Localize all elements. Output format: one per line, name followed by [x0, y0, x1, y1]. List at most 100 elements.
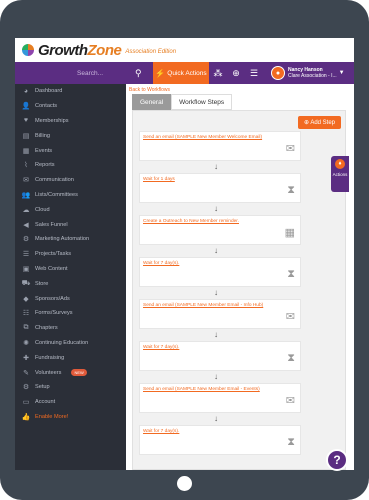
hourglass-icon: ⧗: [287, 184, 295, 196]
actions-label: Actions: [332, 172, 348, 177]
logo[interactable]: GrowthZone: [38, 42, 122, 59]
workflow-step: Send an email (SAMPLE New Member Welcome…: [139, 131, 301, 161]
help-button[interactable]: ?: [326, 449, 348, 471]
sidebar-item-events[interactable]: ▦ Events: [15, 143, 126, 158]
logo-icon: [21, 43, 35, 57]
quick-actions-label: Quick Actions: [167, 69, 207, 77]
workflow-step-link[interactable]: Wait for 7 day(s).: [143, 345, 179, 350]
search-placeholder: Search...: [77, 69, 104, 77]
sidebar-item-label: Memberships: [35, 117, 69, 124]
edition-label: Association Edition: [125, 49, 177, 55]
sidebar-item-label: Sales Funnel: [35, 221, 68, 228]
workflow-step-link[interactable]: Wait for 1 days: [143, 177, 175, 182]
back-to-workflows-link[interactable]: Back to Workflows: [129, 87, 170, 93]
tasks-icon: ☰: [22, 251, 30, 259]
sidebar-item-forms-surveys[interactable]: ☷ Forms/Surveys: [15, 306, 126, 321]
sitemap-icon[interactable]: ⁂: [209, 62, 227, 84]
envelope-icon: ✉: [285, 311, 295, 323]
add-step-button[interactable]: ⊕ Add Step: [297, 116, 341, 129]
sidebar-item-contacts[interactable]: 👤 Contacts: [15, 99, 126, 114]
sidebar-item-account[interactable]: ▭ Account: [15, 395, 126, 410]
workflow-step-link[interactable]: Send an email (SAMPLE New Member Email -…: [143, 303, 263, 308]
workflow-step-link[interactable]: Send an email (SAMPLE New Member Email -…: [143, 387, 260, 392]
actions-button[interactable]: ♦ Actions: [331, 156, 349, 192]
workflow-step-link[interactable]: Wait for 7 day(s).: [143, 429, 179, 434]
down-arrow-icon: ↓: [214, 288, 218, 297]
sidebar-item-communication[interactable]: ✉ Communication: [15, 173, 126, 188]
top-nav: Search... ⚲ ⚡ Quick Actions ⁂ ⊕ ☰ ● Nanc…: [15, 62, 354, 84]
sidebar-item-lists-committees[interactable]: 👥 Lists/Committees: [15, 188, 126, 203]
contacts-icon: 👤: [21, 103, 31, 111]
search-icon[interactable]: ⚲: [135, 68, 142, 79]
sidebar-item-label: Enable More!: [35, 413, 69, 420]
sidebar-item-label: Setup: [35, 384, 50, 391]
sidebar-item-reports[interactable]: ⌇ Reports: [15, 158, 126, 173]
cart-icon: ⛟: [21, 280, 31, 288]
chart-icon: ⌇: [24, 162, 28, 170]
sidebar-item-label: Account: [35, 399, 56, 406]
sidebar-item-label: Web Content: [35, 265, 68, 272]
tab-general[interactable]: General: [132, 94, 172, 110]
sidebar-item-chapters[interactable]: ⧉ Chapters: [15, 321, 126, 336]
workflow-step-link[interactable]: Create a Outreach to New Member reminder…: [143, 219, 239, 224]
sidebar-item-billing[interactable]: ▤ Billing: [15, 128, 126, 143]
globe-icon[interactable]: ⊕: [227, 62, 245, 84]
sidebar-item-label: Chapters: [35, 325, 58, 332]
workflow-step: Wait for 7 day(s). ⧗: [139, 341, 301, 371]
sidebar-item-memberships[interactable]: ♥ Memberships: [15, 114, 126, 129]
sidebar-item-setup[interactable]: ⚙ Setup: [15, 380, 126, 395]
workflow-step-link[interactable]: Wait for 7 day(s).: [143, 261, 179, 266]
sidebar-item-store[interactable]: ⛟ Store: [15, 276, 126, 291]
sidebar-item-label: Cloud: [35, 206, 50, 213]
sidebar-item-fundraising[interactable]: ✚ Fundraising: [15, 350, 126, 365]
sitemap-icon: ⧉: [23, 324, 29, 332]
sidebar-item-label: Communication: [35, 177, 74, 184]
sidebar-item-label: Contacts: [35, 103, 58, 110]
sidebar-item-web-content[interactable]: ▣ Web Content: [15, 262, 126, 277]
sidebar-item-label: Marketing Automation: [35, 236, 90, 243]
sidebar-item-label: Billing: [35, 132, 50, 139]
forms-icon: ☷: [22, 310, 30, 318]
sidebar-item-sales-funnel[interactable]: ◀ Sales Funnel: [15, 217, 126, 232]
down-arrow-icon: ↓: [214, 330, 218, 339]
sidebar-item-label: Lists/Committees: [35, 191, 78, 198]
workflow-step: Create a Outreach to New Member reminder…: [139, 215, 301, 245]
sidebar-item-label: Forms/Surveys: [35, 310, 73, 317]
settings-icon: ⚙: [22, 384, 30, 392]
envelope-icon: ✉: [23, 177, 29, 185]
thumbs-up-icon: 👍: [21, 413, 31, 421]
cloud-icon: ☁: [22, 206, 30, 214]
quick-actions-button[interactable]: ⚡ Quick Actions: [153, 62, 209, 84]
sidebar-item-projects-tasks[interactable]: ☰ Projects/Tasks: [15, 247, 126, 262]
dashboard-icon: ◕: [23, 87, 29, 95]
billing-icon: ▤: [22, 132, 30, 140]
list-icon[interactable]: ☰: [245, 62, 263, 84]
web-icon: ▣: [22, 265, 30, 273]
gift-icon: ✚: [23, 354, 29, 362]
home-button[interactable]: [177, 476, 192, 491]
new-badge: NEW: [71, 369, 87, 377]
lightbulb-icon: ♦: [335, 159, 345, 169]
sidebar-item-volunteers[interactable]: ✎ Volunteers NEW: [15, 365, 126, 380]
sidebar-item-sponsors-ads[interactable]: ◆ Sponsors/Ads: [15, 291, 126, 306]
avatar: ●: [271, 66, 285, 80]
screen: GrowthZone Association Edition Search...…: [15, 38, 354, 470]
down-arrow-icon: ↓: [214, 372, 218, 381]
search-input[interactable]: Search... ⚲: [15, 62, 145, 84]
sidebar-item-label: Events: [35, 147, 53, 154]
sidebar-item-cloud[interactable]: ☁ Cloud: [15, 202, 126, 217]
funnel-icon: ◀: [23, 221, 29, 229]
user-menu[interactable]: ● Nancy Hanson Clare Association - I... …: [271, 66, 345, 80]
sidebar-item-dashboard[interactable]: ◕ Dashboard: [15, 84, 126, 99]
lightning-icon: ⚡: [155, 68, 166, 78]
tab-workflow-steps[interactable]: Workflow Steps: [171, 94, 233, 110]
account-icon: ▭: [22, 399, 30, 407]
gear-icon: ⚙: [22, 236, 30, 244]
down-arrow-icon: ↓: [214, 204, 218, 213]
sidebar-item-marketing-automation[interactable]: ⚙ Marketing Automation: [15, 232, 126, 247]
workflow-step-link[interactable]: Send an email (SAMPLE New Member Welcome…: [143, 135, 262, 140]
hourglass-icon: ⧗: [287, 436, 295, 448]
sidebar-item-continuing-education[interactable]: ✺ Continuing Education: [15, 336, 126, 351]
sidebar-item-enable-more[interactable]: 👍 Enable More!: [15, 410, 126, 425]
user-org: Clare Association - I...: [288, 73, 337, 79]
